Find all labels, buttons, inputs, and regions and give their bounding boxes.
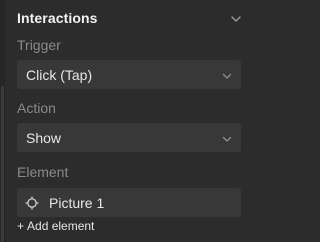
scrollbar[interactable] — [0, 0, 5, 242]
section-header[interactable]: Interactions — [17, 8, 242, 28]
trigger-label: Trigger — [17, 37, 61, 53]
trigger-select[interactable]: Click (Tap) — [17, 60, 241, 89]
trigger-select-value: Click (Tap) — [26, 66, 93, 83]
crosshair-icon[interactable] — [25, 196, 39, 210]
action-label: Action — [17, 100, 56, 116]
chevron-down-icon — [221, 132, 233, 144]
chevron-down-icon — [221, 69, 233, 81]
element-target-value: Picture 1 — [49, 194, 105, 211]
add-element-label: Add element — [27, 219, 95, 233]
scrollbar-thumb[interactable] — [1, 86, 4, 242]
chevron-down-icon[interactable] — [230, 12, 242, 24]
plus-icon: + — [17, 219, 25, 233]
interactions-panel: Interactions Trigger Click (Tap) Action … — [0, 0, 252, 242]
section-title: Interactions — [17, 10, 98, 26]
element-target-field[interactable]: Picture 1 — [17, 188, 241, 217]
action-select[interactable]: Show — [17, 123, 241, 152]
add-element-link[interactable]: + Add element — [17, 218, 94, 234]
action-select-value: Show — [26, 129, 62, 146]
element-label: Element — [17, 164, 69, 180]
